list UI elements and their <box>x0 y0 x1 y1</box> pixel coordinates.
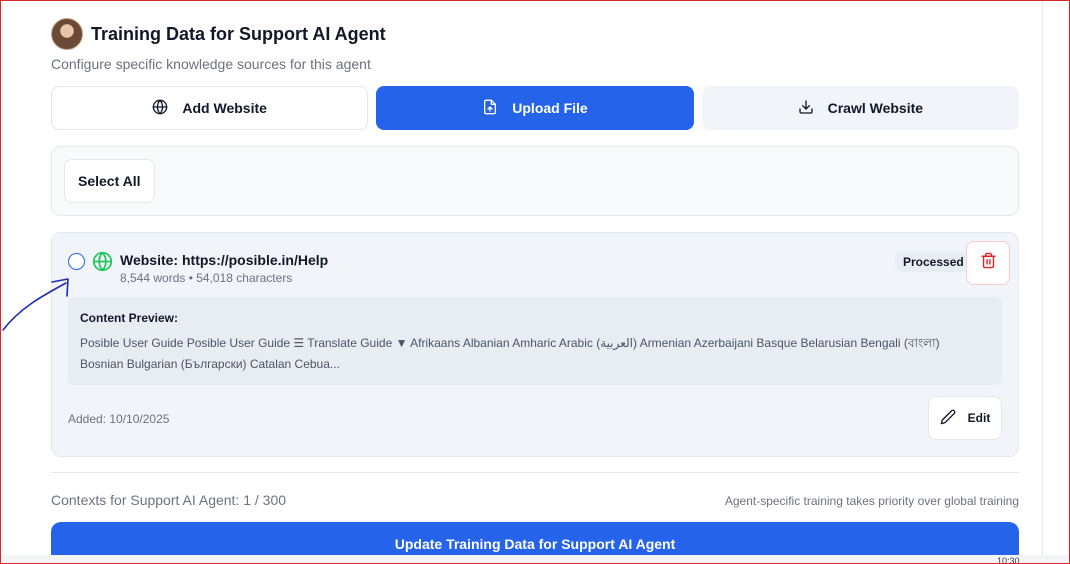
delete-button[interactable] <box>966 241 1010 285</box>
training-source-card: Website: https://posible.in/Help 8,544 w… <box>51 232 1019 457</box>
tab-crawl-website[interactable]: Crawl Website <box>701 86 1019 130</box>
annotation-arrow-icon <box>2 278 69 331</box>
trash-icon <box>980 252 997 274</box>
tab-add-website[interactable]: Add Website <box>51 86 369 130</box>
divider <box>51 472 1019 473</box>
page-subtitle: Configure specific knowledge sources for… <box>51 56 371 72</box>
preview-label: Content Preview: <box>80 311 179 325</box>
contexts-count: Contexts for Support AI Agent: 1 / 300 <box>51 492 287 508</box>
globe-icon <box>152 99 168 118</box>
preview-text: Posible User Guide Posible User Guide ☰ … <box>80 336 940 371</box>
added-date: Added: 10/10/2025 <box>68 412 170 426</box>
avatar <box>51 18 83 50</box>
source-select-radio[interactable] <box>68 253 85 270</box>
select-all-button[interactable]: Select All <box>64 159 155 203</box>
selection-toolbar: Select All <box>51 146 1019 216</box>
source-title: Website: https://posible.in/Help <box>120 252 329 268</box>
source-meta: 8,544 words • 54,018 characters <box>120 271 293 285</box>
tab-upload-file[interactable]: Upload File <box>376 86 694 130</box>
edit-button[interactable]: Edit <box>928 396 1002 440</box>
taskbar <box>0 555 1070 564</box>
panel-edge <box>1042 0 1043 564</box>
status-badge: Processed <box>895 252 972 272</box>
edit-label: Edit <box>967 411 991 425</box>
website-globe-icon <box>92 251 113 272</box>
page-title: Training Data for Support AI Agent <box>91 23 386 44</box>
pencil-icon <box>940 409 956 428</box>
file-upload-icon <box>482 99 498 118</box>
agent-header: Training Data for Support AI Agent <box>51 18 386 50</box>
tab-label: Crawl Website <box>827 100 924 116</box>
priority-note: Agent-specific training takes priority o… <box>724 494 1019 508</box>
taskbar-clock: 10:30 <box>997 556 1020 564</box>
source-tabs: Add Website Upload File Crawl Website <box>51 86 1019 130</box>
tab-label: Upload File <box>512 100 588 116</box>
content-preview: Content Preview: Posible User Guide Posi… <box>68 297 1002 385</box>
download-icon <box>798 99 814 118</box>
tab-label: Add Website <box>182 100 267 116</box>
